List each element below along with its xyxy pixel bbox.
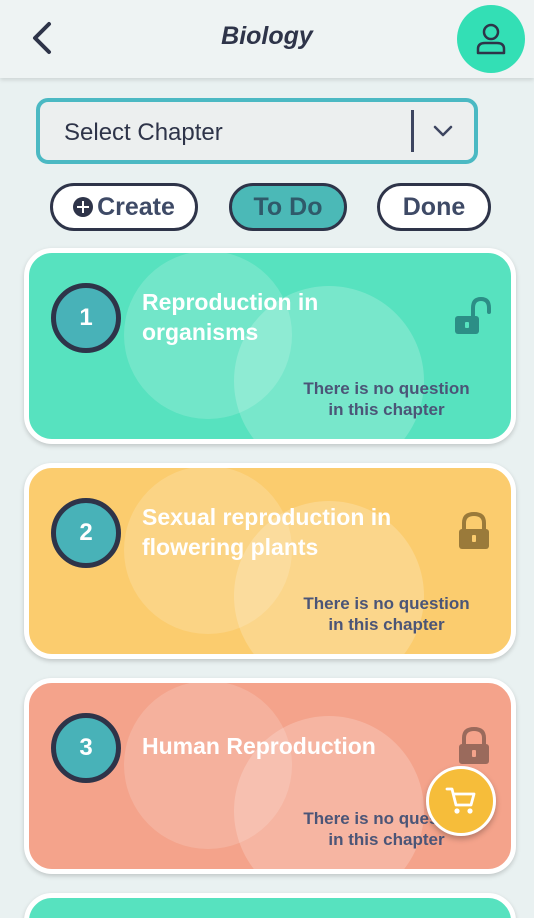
- lock-icon: [459, 511, 489, 549]
- select-divider: [411, 110, 414, 152]
- todo-label: To Do: [253, 192, 323, 221]
- lock-icon: [459, 726, 489, 764]
- chevron-down-icon: [428, 116, 458, 146]
- plus-circle-icon: [73, 197, 94, 217]
- user-icon: [476, 23, 506, 55]
- chapter-title: Human Reproduction: [142, 733, 376, 759]
- chapter-card-4[interactable]: [24, 893, 516, 918]
- done-label: Done: [402, 192, 466, 221]
- app-header: Biology: [0, 0, 534, 78]
- chapter-title: Sexual reproduction in flowering plants: [142, 504, 392, 560]
- cart-icon: [445, 787, 476, 814]
- done-filter-button[interactable]: Done: [377, 183, 491, 231]
- chapter-note: There is no question in this chapter: [303, 594, 470, 634]
- chapter-note: There is no question in this chapter: [303, 379, 470, 419]
- chapter-card-2[interactable]: 2 Sexual reproduction in flowering plant…: [24, 463, 516, 659]
- chapter-title: Reproduction in organisms: [142, 289, 319, 345]
- profile-button[interactable]: [457, 5, 525, 73]
- unlock-icon: [455, 296, 491, 334]
- create-button[interactable]: Create: [50, 183, 198, 231]
- chapter-number: 3: [51, 713, 121, 783]
- chapter-card-1[interactable]: 1 Reproduction in organisms There is no …: [24, 248, 516, 444]
- cart-button[interactable]: [426, 766, 496, 836]
- todo-filter-button[interactable]: To Do: [229, 183, 347, 231]
- chapter-select-value: Select Chapter: [64, 119, 223, 146]
- create-label: Create: [97, 192, 175, 221]
- chapter-number: 1: [51, 283, 121, 353]
- chapter-number: 2: [51, 498, 121, 568]
- chapter-select[interactable]: Select Chapter: [36, 98, 478, 164]
- page-title: Biology: [221, 22, 313, 50]
